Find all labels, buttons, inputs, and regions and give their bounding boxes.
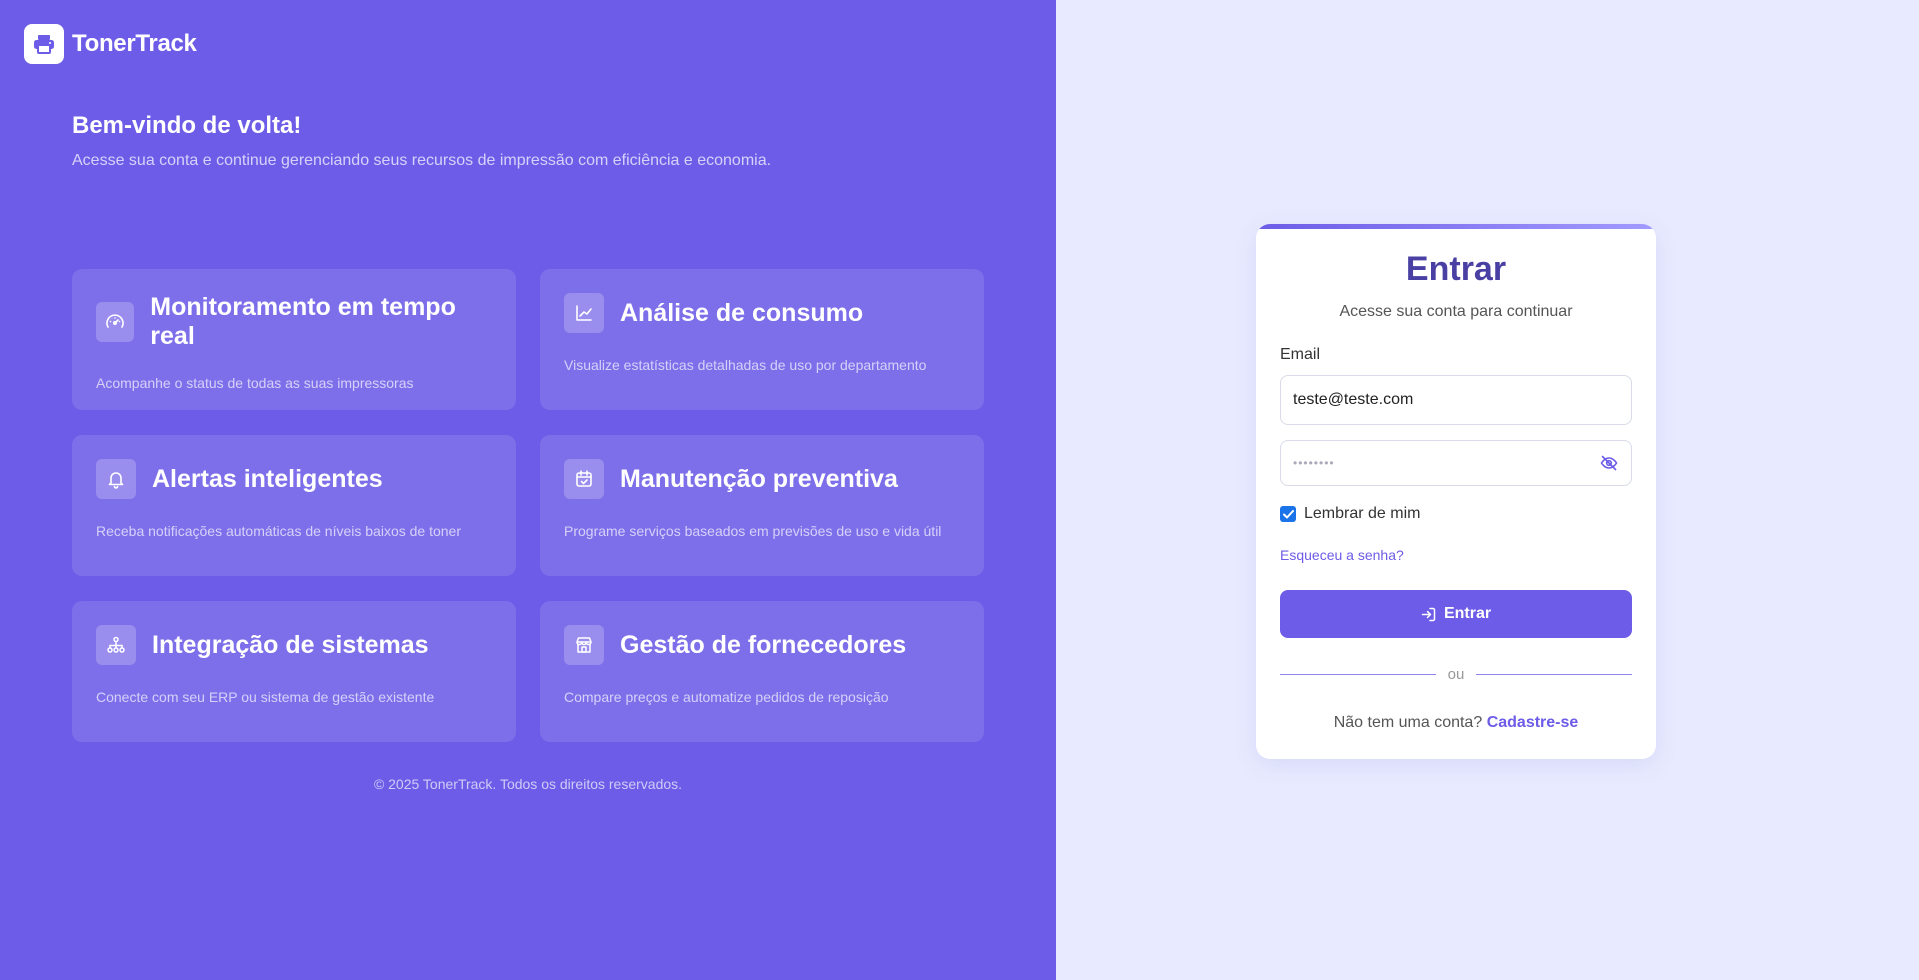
chart-line-icon <box>564 293 604 333</box>
welcome-section: Bem-vindo de volta! Acesse sua conta e c… <box>72 112 771 170</box>
feature-desc: Receba notificações automáticas de nívei… <box>96 523 461 539</box>
feature-title: Manutenção preventiva <box>620 464 898 493</box>
password-field[interactable]: •••••••• <box>1280 440 1632 486</box>
bell-icon <box>96 459 136 499</box>
copyright-text: © 2025 TonerTrack. Todos os direitos res… <box>373 776 683 792</box>
calendar-check-icon <box>564 459 604 499</box>
gauge-icon <box>96 302 135 342</box>
email-field[interactable]: teste@teste.com <box>1280 375 1632 425</box>
feature-title: Monitoramento em tempo real <box>150 293 456 350</box>
feature-desc: Visualize estatísticas detalhadas de uso… <box>564 357 927 373</box>
login-card: Entrar Acesse sua conta para continuar E… <box>1256 224 1656 759</box>
or-divider: ou <box>1280 666 1632 683</box>
store-icon <box>564 625 604 665</box>
feature-title: Alertas inteligentes <box>152 464 383 493</box>
signup-link[interactable]: Cadastre-se <box>1487 714 1579 731</box>
login-title: Entrar <box>1405 250 1507 288</box>
feature-title: Gestão de fornecedores <box>620 630 907 659</box>
feature-card: Gestão de fornecedores Compare preços e … <box>540 601 984 742</box>
feature-card: Integração de sistemas Conecte com seu E… <box>72 601 516 742</box>
feature-card: Alertas inteligentes Receba notificações… <box>72 435 516 576</box>
feature-card: Monitoramento em tempo real Acompanhe o … <box>72 269 516 410</box>
feature-desc: Acompanhe o status de todas as suas impr… <box>96 375 414 391</box>
features-grid: Monitoramento em tempo real Acompanhe o … <box>72 269 984 742</box>
signup-text: Não tem uma conta? <box>1333 714 1483 731</box>
sign-in-icon <box>1421 607 1436 621</box>
login-button-label: Entrar <box>1443 605 1492 622</box>
password-value: •••••••• <box>1293 456 1335 470</box>
remember-checkbox[interactable] <box>1280 506 1296 522</box>
feature-card: Análise de consumo Visualize estatística… <box>540 269 984 410</box>
forgot-password-link[interactable]: Esqueceu a senha? <box>1280 547 1404 563</box>
login-button[interactable]: Entrar <box>1280 590 1632 638</box>
eye-slash-icon[interactable] <box>1599 453 1619 473</box>
feature-desc: Conecte com seu ERP ou sistema de gestão… <box>96 689 435 705</box>
card-accent-bar <box>1256 224 1656 229</box>
signup-prompt: Não tem uma conta? Cadastre-se <box>1256 714 1656 732</box>
divider-label: ou <box>1447 666 1465 683</box>
welcome-subtitle: Acesse sua conta e continue gerenciando … <box>72 152 772 169</box>
feature-title: Análise de consumo <box>620 298 864 327</box>
remember-me[interactable]: Lembrar de mim <box>1280 505 1420 523</box>
email-value: teste@teste.com <box>1293 391 1414 408</box>
welcome-title: Bem-vindo de volta! <box>72 112 302 139</box>
brand-name: TonerTrack <box>72 30 197 57</box>
remember-label: Lembrar de mim <box>1304 505 1421 522</box>
printer-icon <box>24 24 64 64</box>
feature-title: Integração de sistemas <box>152 630 429 659</box>
email-label: Email <box>1280 346 1321 363</box>
feature-card: Manutenção preventiva Programe serviços … <box>540 435 984 576</box>
feature-desc: Compare preços e automatize pedidos de r… <box>564 689 889 705</box>
sitemap-icon <box>96 625 136 665</box>
login-panel: Entrar Acesse sua conta para continuar E… <box>1056 0 1919 980</box>
brand-logo[interactable]: TonerTrack <box>24 24 197 64</box>
feature-desc: Programe serviços baseados em previsões … <box>564 523 942 539</box>
feature-panel: TonerTrack Bem-vindo de volta! Acesse su… <box>0 0 1056 980</box>
login-subtitle: Acesse sua conta para continuar <box>1339 303 1573 320</box>
